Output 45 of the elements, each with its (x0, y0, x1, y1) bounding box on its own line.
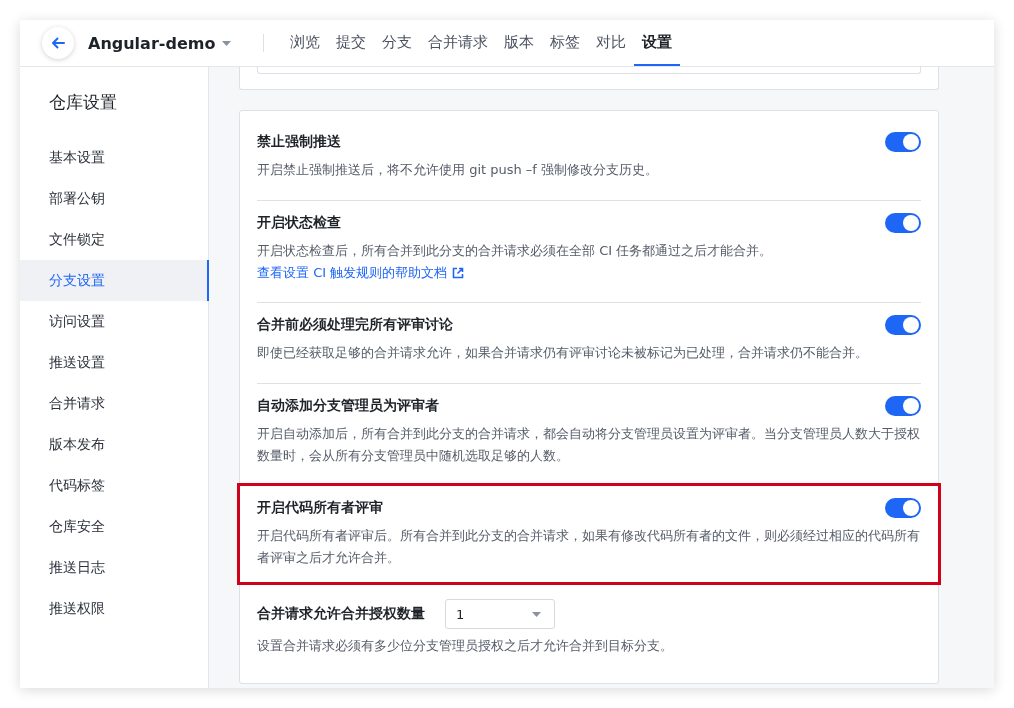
toggle-switch[interactable] (885, 396, 921, 416)
sidebar-item[interactable]: 访问设置 (20, 301, 209, 342)
back-arrow-icon (51, 37, 65, 49)
sidebar-item[interactable]: 合并请求 (20, 383, 209, 424)
sidebar-item[interactable]: 仓库安全 (20, 506, 209, 547)
sidebar-item[interactable]: 推送权限 (20, 588, 209, 629)
setting-description: 即使已经获取足够的合并请求允许，如果合并请求仍有评审讨论未被标记为已处理，合并请求仍不能合并。 (257, 344, 869, 362)
sidebar-item[interactable]: 代码标签 (20, 465, 209, 506)
nav-tab[interactable]: 版本 (496, 20, 543, 66)
nav-tab[interactable]: 标签 (542, 20, 589, 66)
setting-description: 设置合并请求必须有多少位分支管理员授权之后才允许合并到目标分支。 (257, 637, 674, 655)
nav-tab[interactable]: 提交 (328, 20, 375, 66)
caret-icon (532, 611, 541, 617)
number-select[interactable]: 1 (445, 599, 555, 629)
back-button[interactable] (42, 27, 74, 59)
nav-tab[interactable]: 合并请求 (420, 20, 497, 66)
sidebar-item[interactable]: 文件锁定 (20, 219, 209, 260)
setting-title: 自动添加分支管理员为评审者 (257, 397, 439, 415)
sidebar-title: 仓库设置 (48, 91, 118, 114)
toggle-switch[interactable] (885, 213, 921, 233)
help-link[interactable]: 查看设置 CI 触发规则的帮助文档 (257, 263, 465, 283)
nav-tab[interactable]: 浏览 (282, 20, 329, 66)
caret-icon (222, 40, 232, 46)
sidebar-item[interactable]: 分支设置 (20, 260, 209, 301)
sidebar-item[interactable]: 版本发布 (20, 424, 209, 465)
sidebar-item[interactable]: 推送设置 (20, 342, 209, 383)
external-link-icon (452, 267, 465, 279)
setting-title: 禁止强制推送 (257, 133, 341, 151)
nav-tab[interactable]: 对比 (588, 20, 635, 66)
repo-dropdown[interactable]: Angular-demo (88, 33, 232, 53)
sidebar-item[interactable]: 部署公钥 (20, 178, 209, 219)
setting-description: 开启禁止强制推送后，将不允许使用 git push –f 强制修改分支历史。 (257, 161, 660, 179)
nav-tab[interactable]: 分支 (374, 20, 421, 66)
toggle-switch[interactable] (885, 315, 921, 335)
toggle-switch[interactable] (885, 132, 921, 152)
setting-description: 开启代码所有者评审后。所有合并到此分支的合并请求，如果有修改代码所有者的文件，则必须经过相应的代码所有者评审之后才允许合并。 (257, 527, 921, 567)
sidebar-item[interactable]: 推送日志 (20, 547, 209, 588)
toggle-switch[interactable] (885, 498, 921, 518)
setting-description: 开启状态检查后，所有合并到此分支的合并请求必须在全部 CI 任务都通过之后才能合并。 (257, 242, 774, 260)
setting-title: 开启状态检查 (257, 214, 341, 232)
sidebar-item[interactable]: 基本设置 (20, 137, 209, 178)
setting-title: 开启代码所有者评审 (257, 499, 383, 517)
setting-title: 合并前必须处理完所有评审讨论 (257, 316, 453, 334)
setting-description: 开启自动添加后，所有合并到此分支的合并请求，都会自动将分支管理员设置为评审者。当分支管理员人数大于授权数量时，会从所有分支管理员中随机选取足够的人数。 (257, 425, 921, 465)
setting-title: 合并请求允许合并授权数量 (257, 605, 425, 623)
